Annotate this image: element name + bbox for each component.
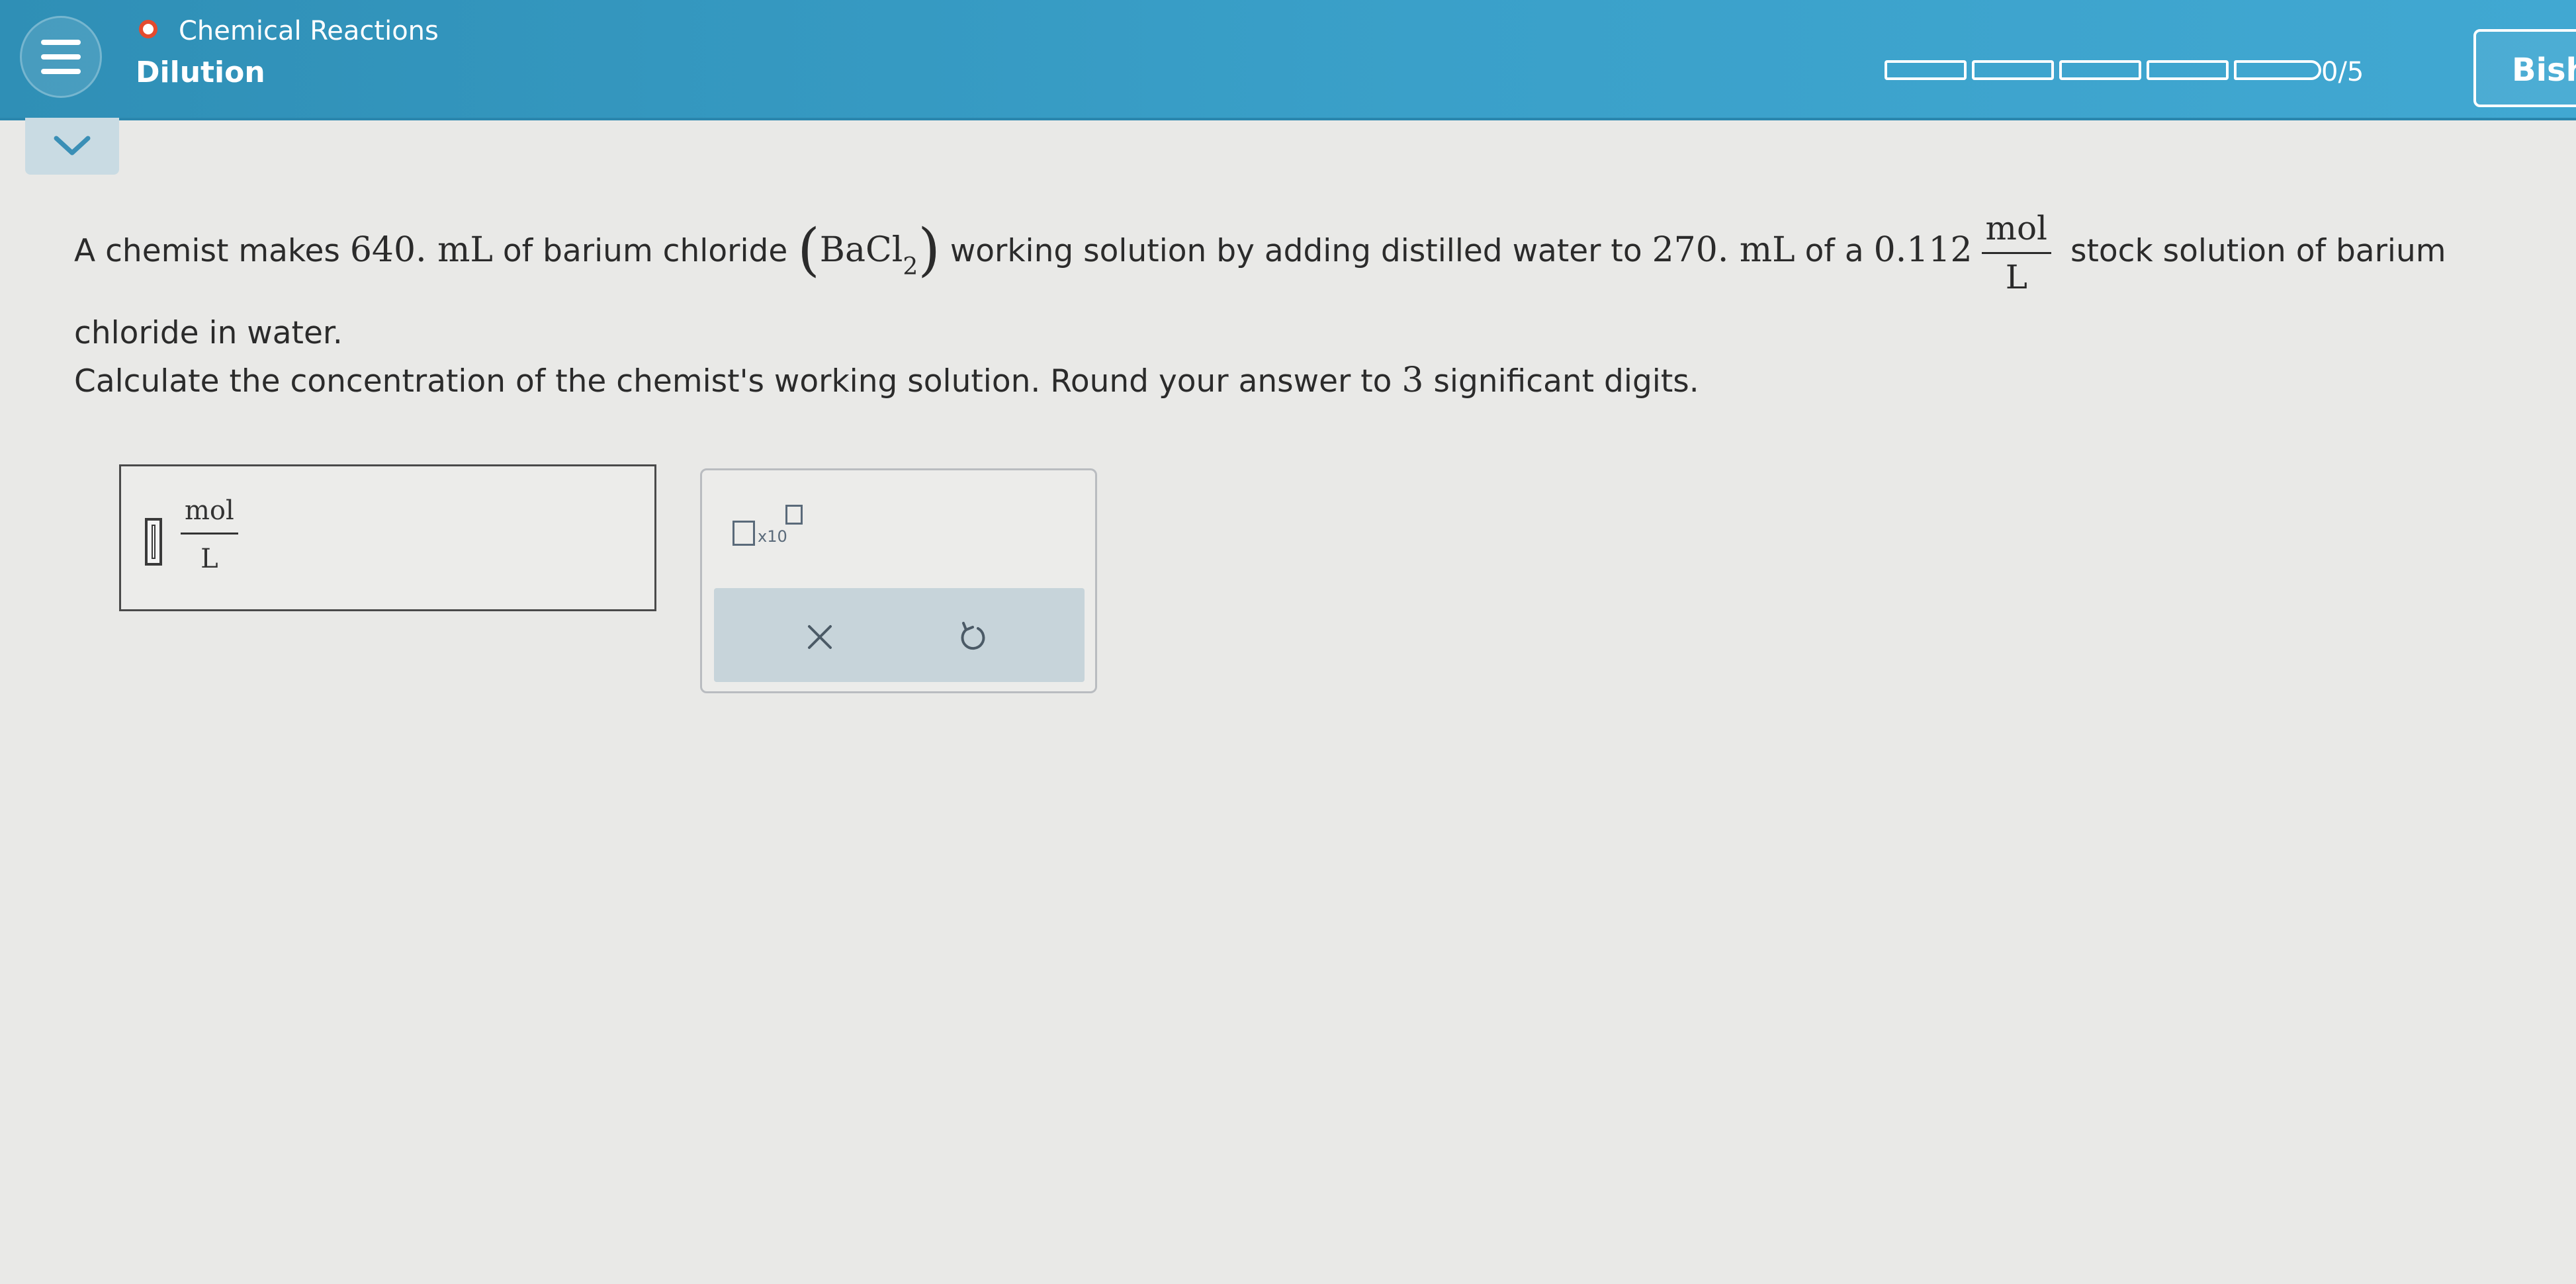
answer-unit-denominator: L — [200, 544, 218, 574]
collapse-toggle-button[interactable] — [25, 118, 119, 175]
progress-segment — [2234, 60, 2321, 80]
clear-button[interactable] — [793, 611, 846, 663]
volume-working: 640. mL — [349, 230, 493, 270]
undo-icon — [961, 622, 985, 650]
significant-digits: 3 — [1401, 361, 1424, 400]
chemical-formula: BaCl — [819, 230, 903, 270]
exponent-box-icon — [785, 505, 803, 525]
x10-label: x10 — [758, 527, 787, 546]
answer-unit: mol L — [181, 495, 238, 574]
answer-input-field[interactable] — [145, 518, 162, 566]
instruction-part: Calculate the concentration of the chemi… — [74, 363, 1402, 400]
progress-segment — [1972, 60, 2054, 80]
question-text-part: working solution by adding distilled wat… — [940, 233, 1652, 269]
unit-denominator: L — [2005, 258, 2027, 296]
mantissa-box-icon — [733, 521, 755, 546]
paren-close: ) — [918, 217, 940, 283]
question-text-part: of barium chloride — [492, 233, 798, 269]
answer-input-box[interactable]: mol L — [119, 464, 656, 611]
hamburger-menu-button[interactable] — [20, 16, 102, 98]
scientific-notation-button[interactable]: x10 — [733, 503, 812, 550]
topic-title: Chemical Reactions — [179, 16, 439, 46]
answer-unit-numerator: mol — [181, 495, 238, 535]
subtopic-title: Dilution — [136, 56, 265, 89]
menu-line-icon — [41, 40, 81, 45]
unit-numerator: mol — [1981, 210, 2052, 254]
action-bar — [714, 588, 1085, 682]
chevron-down-icon — [54, 136, 91, 155]
question-text-part: A chemist makes — [74, 233, 350, 269]
concentration-unit: mol L — [1981, 210, 2052, 296]
paren-open: ( — [797, 217, 820, 283]
menu-line-icon — [41, 69, 81, 74]
progress-segment — [1885, 60, 1967, 80]
close-icon — [808, 625, 832, 649]
progress-segment — [2059, 60, 2141, 80]
progress-count: 0/5 — [2321, 57, 2364, 87]
instruction-part: significant digits. — [1423, 363, 1699, 400]
progress-bar — [1885, 57, 2327, 83]
progress-segment — [2147, 60, 2229, 80]
topic-status-icon — [139, 20, 157, 38]
user-account-button[interactable]: Bish — [2473, 29, 2576, 107]
stock-concentration: 0.112 — [1873, 230, 1973, 270]
instruction-text: Calculate the concentration of the chemi… — [74, 361, 1699, 400]
volume-stock: 270. mL — [1652, 230, 1795, 270]
undo-button[interactable] — [947, 611, 1000, 663]
menu-line-icon — [41, 54, 81, 60]
question-text: A chemist makes 640. mL of barium chlori… — [74, 210, 2536, 366]
top-bar: Chemical Reactions Dilution 0/5 Bish — [0, 0, 2576, 120]
formula-subscript: 2 — [903, 253, 918, 280]
question-text-part: of a — [1795, 233, 1874, 269]
math-tools-panel: x10 — [700, 468, 1097, 693]
